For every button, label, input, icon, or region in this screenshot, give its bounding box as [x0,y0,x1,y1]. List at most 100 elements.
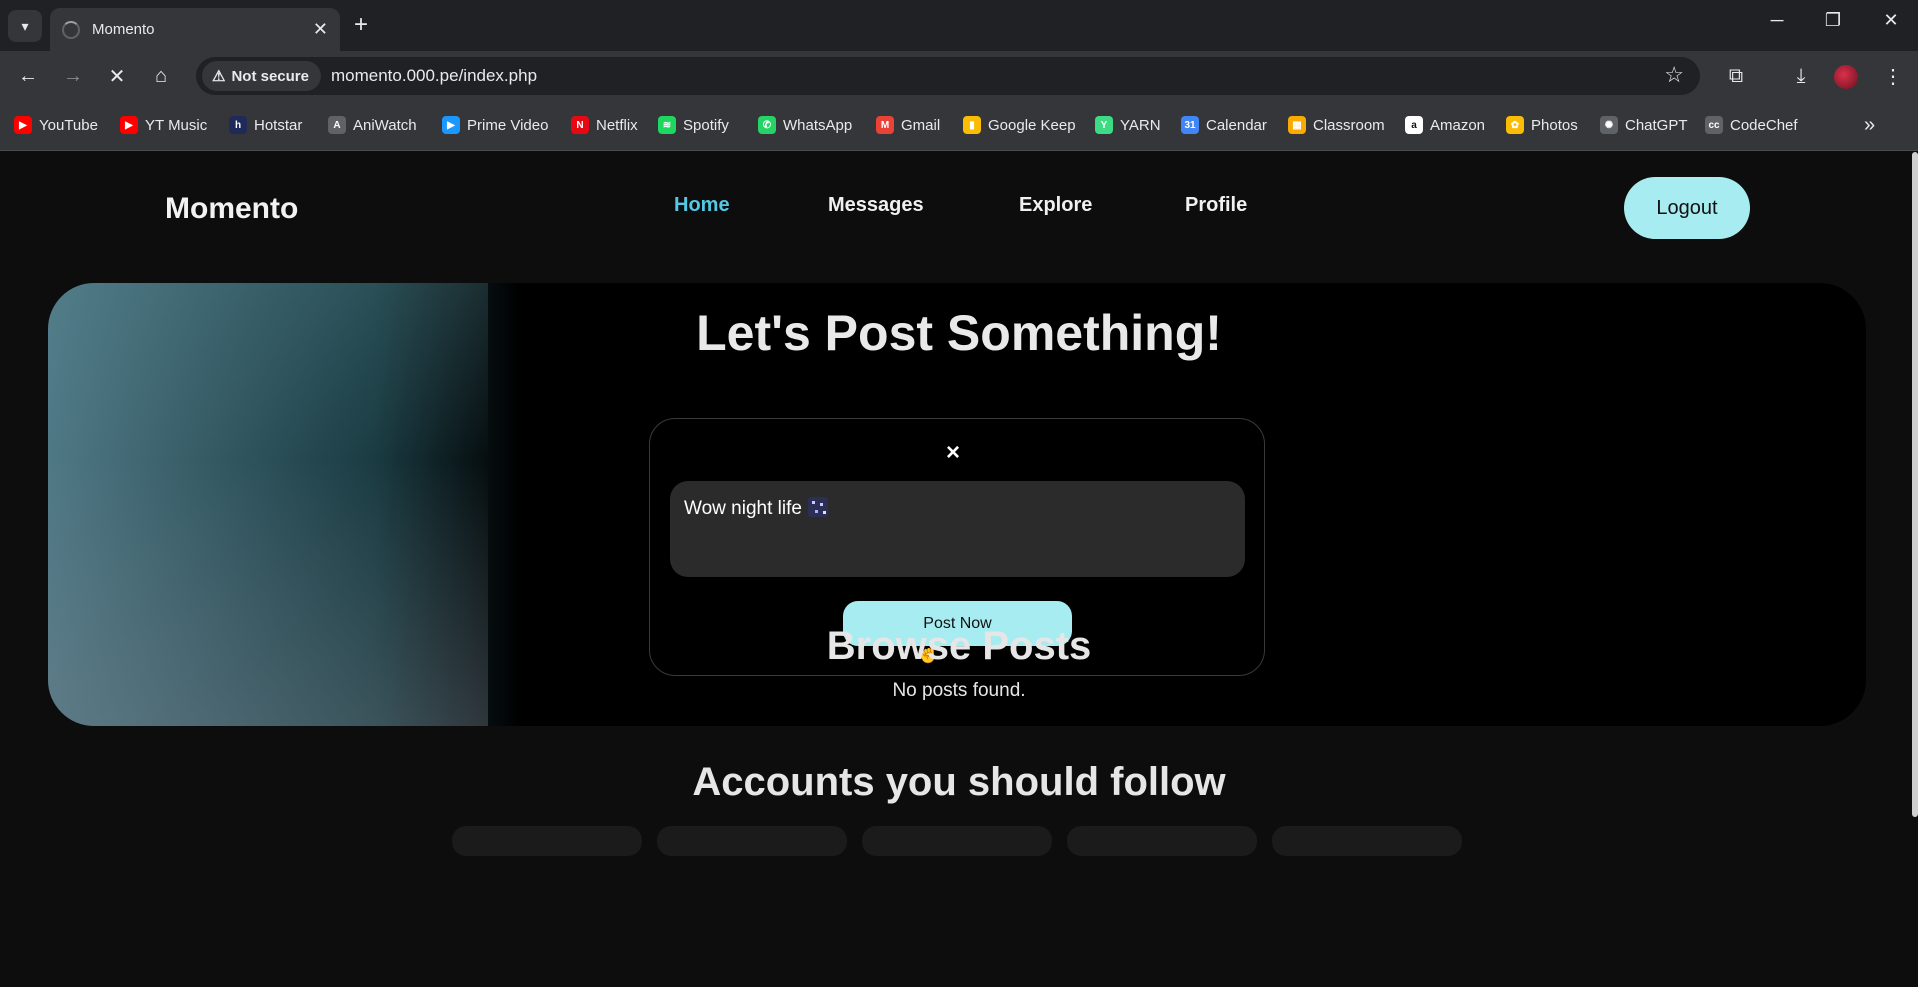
bookmark-label: ChatGPT [1625,116,1688,134]
stop-icon[interactable]: ✕ [102,61,132,91]
bookmark-aniwatch[interactable]: A AniWatch [328,116,417,134]
bookmark-yarn[interactable]: Y YARN [1095,116,1161,134]
bookmark-label: Amazon [1430,116,1486,134]
bookmark-gmail[interactable]: M Gmail [876,116,940,134]
follow-heading: Accounts you should follow [692,760,1226,804]
bookmark-spotify[interactable]: ≋ Spotify [658,116,729,134]
not-secure-label: Not secure [231,67,309,85]
classroom-icon: ▦ [1288,116,1306,134]
account-card[interactable] [862,826,1052,856]
site-logo[interactable]: Momento [165,192,298,226]
gmail-icon: M [876,116,894,134]
bookmark-label: CodeChef [1730,116,1798,134]
bookmarks-bar: » ▶ YouTube ▶ YT Music h Hotstar A AniWatch ▶ Pri… [0,101,1918,151]
bookmark-whatsapp[interactable]: ✆ WhatsApp [758,116,852,134]
bookmark-prime-video[interactable]: ▶ Prime Video [442,116,548,134]
tab-search-button[interactable]: ▾ [8,10,42,42]
bookmark-label: Spotify [683,116,729,134]
loading-spinner-icon [62,20,80,39]
bookmark-netflix[interactable]: N Netflix [571,116,638,134]
more-bookmarks-icon[interactable]: » [1864,114,1875,137]
bookmark-label: WhatsApp [783,116,853,134]
yt-music-icon: ▶ [120,116,138,134]
new-tab-button[interactable]: + [354,12,368,38]
composer-heading: Let's Post Something! [696,305,1222,361]
menu-kebab-icon[interactable]: ⋮ [1878,61,1908,91]
prime-video-icon: ▶ [442,116,460,134]
youtube-icon: ▶ [14,116,32,134]
spotify-icon: ≋ [658,116,676,134]
nav-profile[interactable]: Profile [1185,194,1247,217]
bookmark-label: YouTube [39,116,98,134]
account-card[interactable] [1272,826,1462,856]
close-window-icon[interactable]: ✕ [1876,10,1906,31]
bookmark-classroom[interactable]: ▦ Classroom [1288,116,1385,134]
account-card[interactable] [657,826,847,856]
back-icon[interactable]: ← [13,61,43,91]
browse-heading: Browse Posts [826,624,1092,668]
bookmark-hotstar[interactable]: h Hotstar [229,116,302,134]
empty-state-text: No posts found. [892,680,1026,701]
minimize-icon[interactable]: ─ [1762,10,1792,31]
bookmark-label: YT Music [145,116,208,134]
page-scrollbar[interactable] [1912,152,1918,817]
night-city-emoji-icon [807,497,828,517]
bookmark-photos[interactable]: ✿ Photos [1506,116,1578,134]
bookmark-label: Netflix [596,116,638,134]
chatgpt-icon: ✺ [1600,116,1618,134]
nav-home[interactable]: Home [674,194,730,217]
account-card[interactable] [1067,826,1257,856]
bookmark-google-keep[interactable]: ▮ Google Keep [963,116,1076,134]
tab-title: Momento [92,21,155,38]
bookmark-calendar[interactable]: 31 Calendar [1181,116,1267,134]
post-text-input[interactable]: Wow night life [670,481,1245,577]
codechef-icon: cc [1705,116,1723,134]
site-info-chip[interactable]: ⚠ Not secure [202,61,321,91]
bookmark-chatgpt[interactable]: ✺ ChatGPT [1600,116,1688,134]
whatsapp-icon: ✆ [758,116,776,134]
bookmark-label: Photos [1531,116,1578,134]
close-icon[interactable]: × [946,439,960,467]
bookmark-amazon[interactable]: a Amazon [1405,116,1485,134]
bookmark-label: AniWatch [353,116,417,134]
bookmark-label: Classroom [1313,116,1385,134]
extensions-icon[interactable]: ⧉ [1721,61,1751,91]
page-content: Momento Home Messages Explore Profile Lo… [0,152,1918,987]
browser-tab[interactable]: Momento ✕ [50,8,340,51]
tab-strip: ▾ Momento ✕ + ─ ❐ ✕ [0,0,1918,51]
url-text[interactable]: momento.000.pe/index.php [331,66,537,86]
bookmark-label: Google Keep [988,116,1076,134]
forward-icon[interactable]: → [58,61,88,91]
photos-icon: ✿ [1506,116,1524,134]
bookmark-label: Hotstar [254,116,303,134]
yarn-icon: Y [1095,116,1113,134]
bookmark-label: YARN [1120,116,1161,134]
bookmark-youtube[interactable]: ▶ YouTube [14,116,98,134]
post-text-value: Wow night life [684,498,802,519]
bookmark-label: Gmail [901,116,941,134]
hotstar-icon: h [229,116,247,134]
nav-messages[interactable]: Messages [828,194,924,217]
profile-avatar[interactable] [1834,65,1858,89]
bookmark-star-icon[interactable]: ☆ [1664,62,1684,88]
amazon-icon: a [1405,116,1423,134]
browser-toolbar: ← → ✕ ⌂ ⚠ Not secure momento.000.pe/inde… [0,51,1918,101]
bookmark-label: Calendar [1206,116,1267,134]
aniwatch-icon: A [328,116,346,134]
google-keep-icon: ▮ [963,116,981,134]
warning-icon: ⚠ [212,68,226,85]
nav-explore[interactable]: Explore [1019,194,1092,217]
download-icon[interactable]: ⤓ [1786,61,1816,91]
bookmark-codechef[interactable]: cc CodeChef [1705,116,1798,134]
chevron-down-icon: ▾ [21,17,29,34]
account-card[interactable] [452,826,642,856]
calendar-icon: 31 [1181,116,1199,134]
close-tab-icon[interactable]: ✕ [313,19,328,40]
home-icon[interactable]: ⌂ [146,61,176,91]
logout-button[interactable]: Logout [1624,177,1750,239]
address-bar[interactable]: ⚠ Not secure momento.000.pe/index.php ☆ [196,57,1700,95]
bookmark-yt-music[interactable]: ▶ YT Music [120,116,207,134]
netflix-icon: N [571,116,589,134]
restore-icon[interactable]: ❐ [1818,10,1848,31]
bookmark-label: Prime Video [467,116,549,134]
